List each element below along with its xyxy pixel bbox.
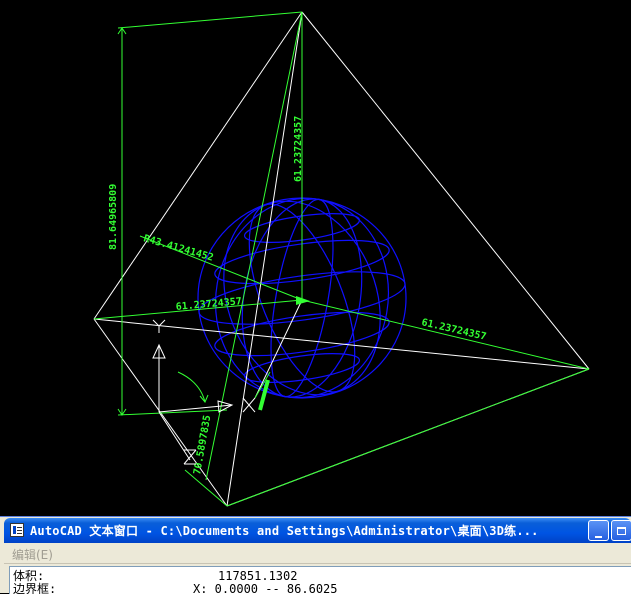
dim-edge-vertical-label[interactable]: 61.23724357 (293, 116, 304, 182)
text-window-title: AutoCAD 文本窗口 - C:\Documents and Settings… (30, 524, 539, 538)
volume-label: 体积: (13, 569, 45, 583)
text-window-titlebar[interactable]: AutoCAD 文本窗口 - C:\Documents and Settings… (4, 518, 631, 543)
menu-edit[interactable]: 编辑(E) (12, 546, 53, 563)
dim-height-label[interactable]: 81.64965809 (108, 184, 119, 250)
volume-value: 117851.1302 (218, 569, 298, 583)
tetrahedron-edges[interactable] (93, 11, 590, 507)
dim-angle-label[interactable]: 70.5897835 (192, 414, 213, 475)
maximize-icon (617, 527, 626, 535)
maximize-button[interactable] (611, 520, 631, 541)
dimension-lines[interactable] (93, 11, 590, 507)
autocad-text-window[interactable]: AutoCAD 文本窗口 - C:\Documents and Settings… (0, 516, 631, 594)
text-window-menubar: 编辑(E) (4, 543, 631, 564)
drawing-viewport[interactable]: 81.64965809 61.23724357 R43.41241452 61.… (0, 0, 631, 516)
minimize-icon (595, 536, 602, 538)
command-history-text[interactable]: 体积: 117851.1302 边界框: X: 0.0000 -- 86.602… (9, 566, 631, 594)
dim-left-label[interactable]: 61.23724357 (175, 296, 242, 313)
minimize-button[interactable] (588, 520, 609, 541)
dim-right-label[interactable]: 61.23724357 (420, 317, 487, 343)
bounding-box-label: 边界框: (13, 582, 57, 594)
dim-radius-label[interactable]: R43.41241452 (142, 233, 214, 263)
text-window-icon[interactable] (10, 523, 24, 537)
bounding-box-value: X: 0.0000 -- 86.6025 (193, 582, 338, 594)
